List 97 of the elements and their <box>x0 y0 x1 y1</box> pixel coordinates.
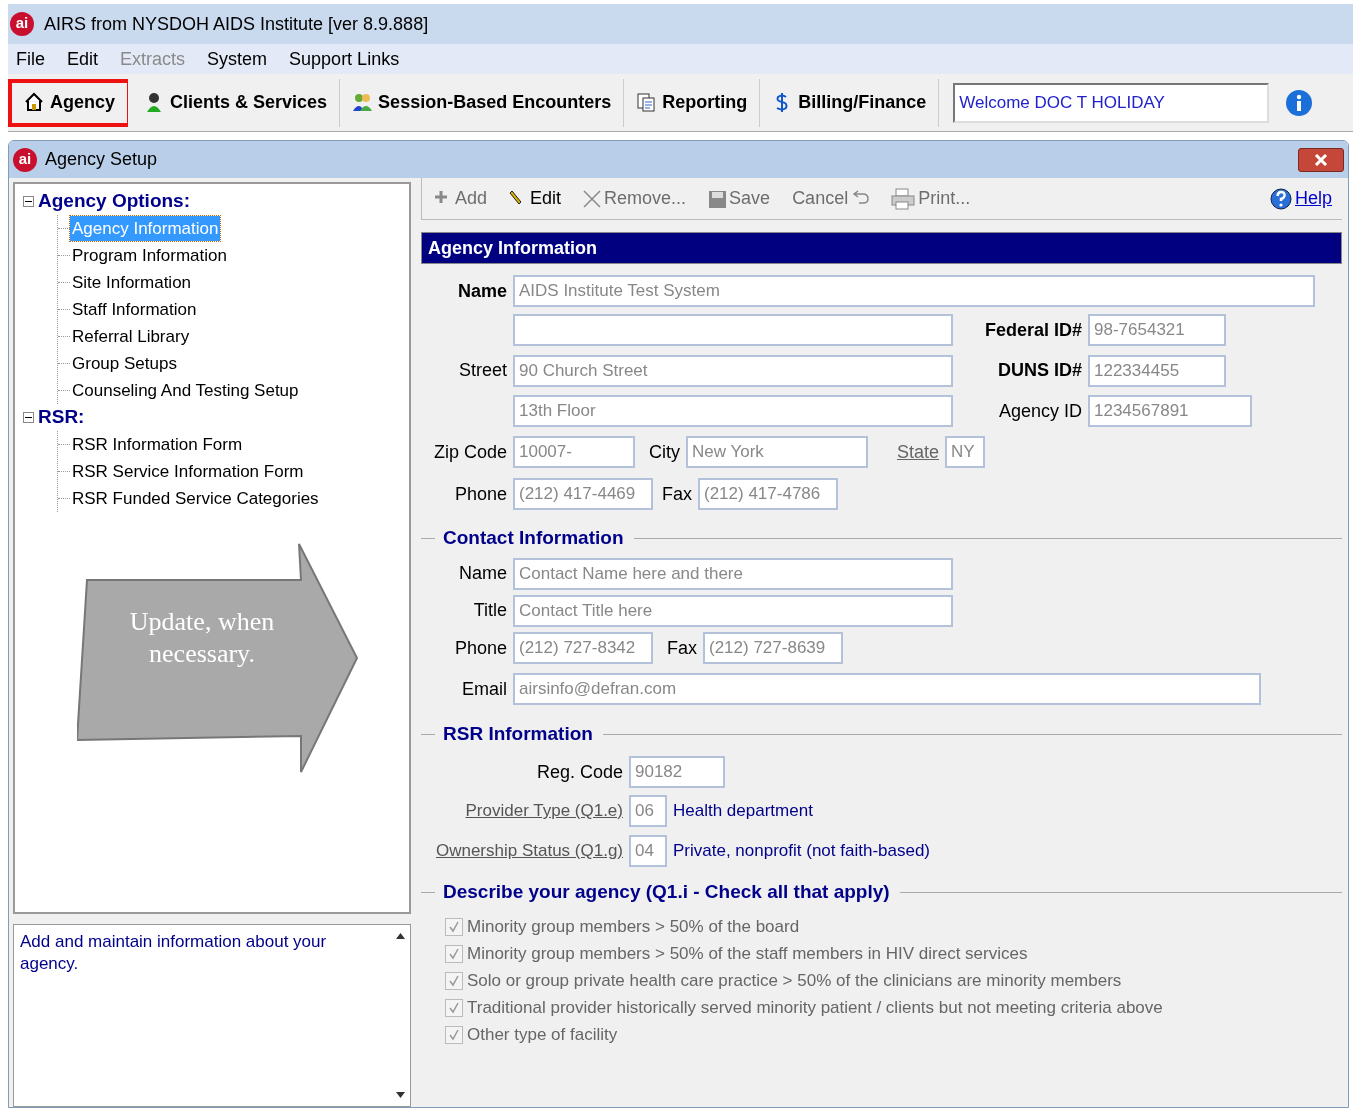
input-field[interactable]: AIDS Institute Test System <box>513 275 1315 307</box>
tree-item[interactable]: Agency Information <box>70 215 221 242</box>
checkbox-label: Solo or group private health care practice > 50% of the clinicians are minority members <box>467 969 1122 992</box>
tree-item[interactable]: Staff Information <box>70 296 199 323</box>
tree-item[interactable]: Program Information <box>70 242 229 269</box>
welcome-field[interactable]: Welcome DOC T HOLIDAY <box>953 82 1270 123</box>
input-field[interactable]: NY <box>945 436 985 468</box>
tree-item[interactable]: RSR Service Information Form <box>70 458 306 485</box>
people-icon <box>352 92 373 113</box>
menu-item[interactable]: System <box>207 45 268 73</box>
input-field[interactable] <box>513 314 953 346</box>
menu-item[interactable]: File <box>16 45 45 73</box>
input-field[interactable]: 90182 <box>629 756 725 788</box>
section-title: Contact Information <box>443 525 624 550</box>
checkbox[interactable] <box>445 944 463 963</box>
checkbox-label: Minority group members > 50% of the staff members in HIV direct services <box>467 942 1028 965</box>
window-logo: ai <box>13 147 37 172</box>
input-field[interactable]: (212) 727-8342 <box>513 632 653 664</box>
checkbox[interactable] <box>445 917 463 936</box>
close-button[interactable] <box>1298 147 1344 172</box>
nav-button[interactable]: Clients & Services <box>132 78 341 127</box>
field-label: Fax <box>666 636 698 660</box>
code-description: Private, nonprofit (not faith-based) <box>672 840 931 863</box>
field-label: Reg. Code <box>535 760 624 784</box>
nav-button[interactable]: Agency <box>8 78 129 127</box>
menu-item[interactable]: Support Links <box>289 45 400 73</box>
field-label: Phone <box>453 636 508 660</box>
section-header: Agency Information <box>421 232 1342 264</box>
help-icon <box>1269 187 1292 210</box>
field-label: Name <box>456 279 508 303</box>
tree-item[interactable]: Group Setups <box>70 350 179 377</box>
menu-item[interactable]: Edit <box>67 45 99 73</box>
section-title: Describe your agency (Q1.i - Check all that apply) <box>443 879 890 904</box>
state-link[interactable]: State <box>868 438 945 466</box>
provider-type-link[interactable]: Provider Type (Q1.e) <box>421 798 629 824</box>
checkbox[interactable] <box>445 998 463 1017</box>
code-field[interactable]: 04 <box>629 835 667 867</box>
annotation-text: Update, when necessary. <box>128 606 276 670</box>
input-field[interactable]: (212) 417-4469 <box>513 478 653 510</box>
input-field[interactable]: (212) 727-8639 <box>703 632 843 664</box>
field-label: DUNS ID# <box>997 359 1083 382</box>
x-icon <box>583 189 602 208</box>
hint-text: Add and maintain information about your agency. <box>19 931 328 975</box>
collapse-icon[interactable] <box>23 412 34 423</box>
input-field[interactable]: airsinfo@defran.com <box>513 673 1261 705</box>
field-label: Federal ID# <box>983 318 1083 342</box>
field-label: Name <box>458 562 508 585</box>
input-field[interactable]: 90 Church Street <box>513 354 953 387</box>
collapse-icon[interactable] <box>23 196 34 207</box>
field-label: Street <box>457 359 508 382</box>
field-label: City <box>648 440 681 464</box>
field-label: Fax <box>661 482 693 506</box>
tree-group[interactable]: Agency Options: <box>38 187 190 216</box>
tree-item[interactable]: Site Information <box>70 269 194 296</box>
code-field[interactable]: 06 <box>629 795 667 827</box>
field-label: Phone <box>453 482 508 506</box>
field-label: Title <box>472 599 508 622</box>
checkbox[interactable] <box>445 971 463 990</box>
field-label: Agency ID <box>997 399 1083 423</box>
tree-item[interactable]: Referral Library <box>70 323 192 350</box>
tree-group[interactable]: RSR: <box>38 403 85 432</box>
code-description: Health department <box>672 800 813 823</box>
scroll-down-icon <box>395 1092 405 1098</box>
input-field[interactable]: Contact Name here and there <box>513 557 953 590</box>
help-link[interactable]: Help <box>1269 185 1332 212</box>
documents-icon <box>636 92 657 113</box>
input-field[interactable]: 13th Floor <box>513 395 953 427</box>
toolbar-button[interactable]: Edit <box>509 185 562 212</box>
section-title: RSR Information <box>443 721 593 746</box>
checkbox-label: Traditional provider historically served minority patient / clients but not meeting criteria above <box>467 996 1163 1019</box>
window-title: Agency Setup <box>45 148 159 171</box>
checkbox-label: Minority group members > 50% of the board <box>467 915 800 938</box>
input-field[interactable]: New York <box>686 436 868 468</box>
ownership-status-link[interactable]: Ownership Status (Q1.g) <box>421 838 629 864</box>
input-field[interactable]: 122334455 <box>1088 354 1226 387</box>
input-field[interactable]: 98-7654321 <box>1088 314 1226 346</box>
input-field[interactable]: 10007- <box>513 436 635 468</box>
input-field[interactable]: 1234567891 <box>1088 395 1252 427</box>
printer-icon <box>891 187 916 210</box>
close-icon <box>1314 153 1328 166</box>
nav-button[interactable]: Session-Based Encounters <box>340 78 625 127</box>
checkbox-label: Other type of facility <box>467 1023 618 1046</box>
window-title: AIRS from NYSDOH AIDS Institute [ver 8.9.888] <box>44 12 429 36</box>
field-label: Email <box>461 677 508 701</box>
input-field[interactable]: Contact Title here <box>513 594 953 627</box>
scroll-up-icon <box>395 933 405 939</box>
tree-item[interactable]: Counseling And Testing Setup <box>70 377 301 404</box>
info-icon <box>1285 88 1314 117</box>
checkbox[interactable] <box>445 1025 463 1044</box>
input-field[interactable]: (212) 417-4786 <box>698 478 838 510</box>
app-logo: ai <box>10 12 34 36</box>
nav-button[interactable]: Reporting <box>624 78 761 127</box>
nav-button[interactable]: Billing/Finance <box>760 78 940 127</box>
field-label: Zip Code <box>432 440 508 464</box>
tree-item[interactable]: RSR Funded Service Categories <box>70 485 321 512</box>
house-icon <box>24 92 44 113</box>
tree-item[interactable]: RSR Information Form <box>70 431 245 458</box>
